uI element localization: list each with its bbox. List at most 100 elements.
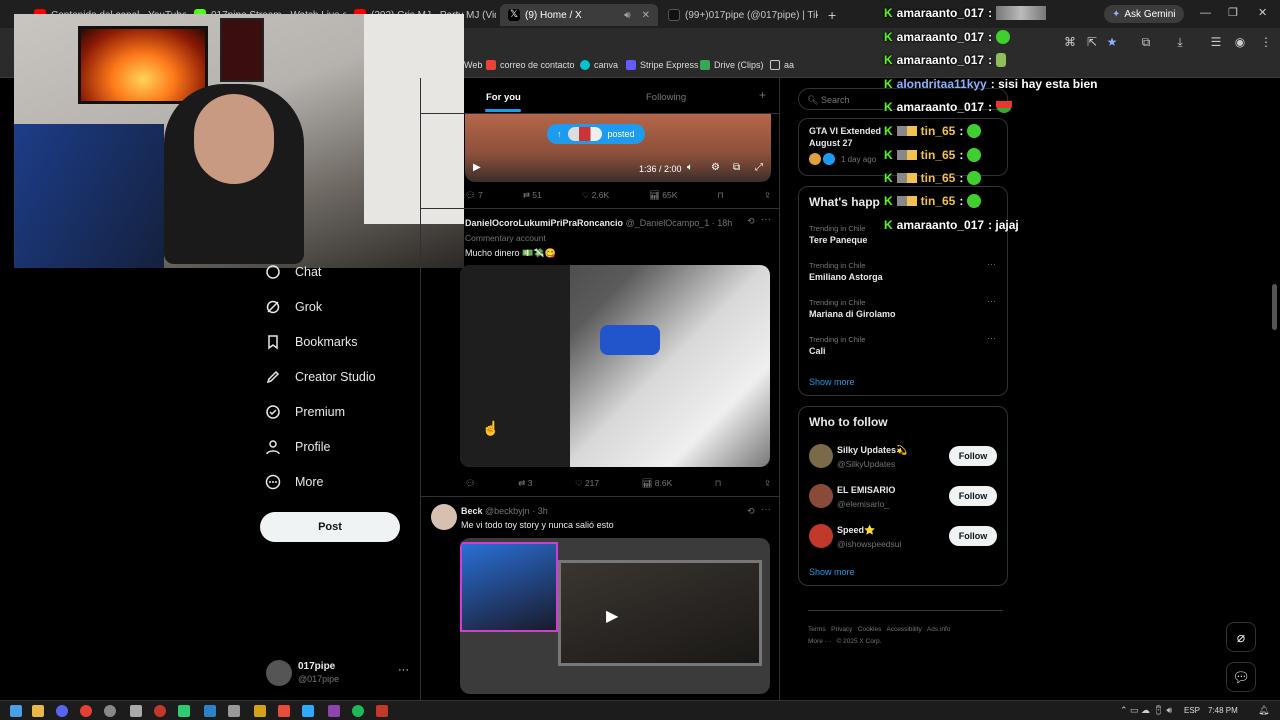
steam-icon[interactable] [204,705,216,717]
nav-more[interactable]: More [265,474,323,490]
retweet-stat[interactable]: ⇄ 3 [518,478,532,489]
photoshop-icon[interactable] [302,705,314,717]
file-explorer-icon[interactable] [32,705,44,717]
share-icon[interactable]: ⇪ [764,478,771,489]
profile-icon[interactable]: ◉ [1232,34,1248,50]
app-icon[interactable] [228,705,240,717]
new-tab-button[interactable]: + [820,4,840,26]
pip-icon[interactable]: ⧉ [733,162,740,173]
speaker-icon[interactable]: 🔊︎ [624,10,630,21]
tweet-author-name[interactable]: DanielOcoroLukumiPriPraRoncancio [465,218,623,228]
play-icon[interactable]: ▶ [473,162,481,173]
language-indicator[interactable]: ESP [1184,706,1200,715]
trend-item[interactable]: Trending in Chile Emiliano Astorga [809,261,883,282]
trend-item[interactable]: Trending in Chile Tere Paneque [809,224,867,245]
like-stat[interactable]: ♡ 2.6K [582,190,609,201]
grok-action-icon[interactable]: ⟲ [747,216,755,227]
follow-button[interactable]: Follow [949,486,997,506]
app-icon[interactable] [254,705,266,717]
post-button[interactable]: Post [260,512,400,542]
show-more-link[interactable]: Show more [809,377,855,387]
trend-more-icon[interactable]: ··· [987,296,996,306]
bookmark-gmail[interactable]: correo de contacto [486,60,575,70]
nav-grok[interactable]: Grok [265,299,322,315]
trend-more-icon[interactable]: ··· [987,259,996,269]
notifications-icon[interactable]: 🔔︎ [1258,705,1269,716]
fullscreen-icon[interactable]: ⤢ [755,162,763,173]
install-icon[interactable]: ⇱ [1084,34,1100,50]
posted-pill[interactable]: ↑ posted [547,124,645,144]
menu-icon[interactable]: ⋮ [1258,34,1274,50]
bookmark-action-icon[interactable]: ⊓ [717,190,724,201]
avatar[interactable] [809,524,833,548]
tweet-author-handle[interactable]: @_DanielOcampo_1 [626,218,710,228]
trend-more-icon[interactable]: ··· [987,333,996,343]
settings-icon[interactable]: ⚙ [711,162,720,173]
nav-chat[interactable]: Chat [265,264,321,280]
follow-button[interactable]: Follow [949,526,997,546]
app-icon[interactable] [178,705,190,717]
bookmark-web[interactable]: Web [464,60,482,70]
chrome-icon[interactable] [80,705,92,717]
avatar[interactable] [809,444,833,468]
app-icon[interactable] [130,705,142,717]
browser-tab-active[interactable]: 𝕏 (9) Home / X 🔊︎ ✕ [500,4,658,26]
reading-list-icon[interactable]: ☰ [1208,34,1224,50]
share-icon[interactable]: ⇪ [764,190,771,201]
like-stat[interactable]: ♡ 217 [575,478,599,489]
discord-icon[interactable] [56,705,68,717]
follow-name[interactable]: EL EMISARIO [837,485,895,495]
nav-profile[interactable]: Profile [265,439,330,455]
views-stat[interactable]: 📊︎ 8.6K [642,478,673,489]
tweet-time[interactable]: · 3h [532,506,548,516]
bookmark-stripe[interactable]: Stripe Express [626,60,699,70]
tweet-video[interactable]: ▶ [460,538,770,694]
account-switcher[interactable]: 017pipe @017pipe ··· [266,660,416,688]
browser-tab[interactable]: (99+)017pipe (@017pipe) | Tik✕ [660,4,818,26]
nav-bookmarks[interactable]: Bookmarks [265,334,358,350]
tab-following[interactable]: Following [646,92,686,103]
system-tray-icons[interactable]: ⌃ ▭ ☁ 🔋︎ 🔊︎ [1120,705,1172,716]
nav-premium[interactable]: Premium [265,404,345,420]
tweet-time[interactable]: · 18h [712,218,733,228]
app-icon[interactable] [104,705,116,717]
trend-item[interactable]: Trending in Chile Cali [809,335,865,356]
avatar[interactable] [431,504,457,530]
tweet-media-image[interactable] [460,265,770,467]
add-tab-button[interactable]: + [759,88,766,102]
account-more-icon[interactable]: ··· [398,664,409,676]
extensions-icon[interactable]: ⧉ [1138,34,1154,50]
tab-for-you[interactable]: For you [486,92,521,103]
messages-float-button[interactable]: 💬︎ [1226,662,1256,692]
spotify-icon[interactable] [352,705,364,717]
tweet-author-name[interactable]: Beck [461,506,483,516]
minimize-button[interactable]: — [1200,7,1211,19]
retweet-stat[interactable]: ⇄ 51 [523,190,542,201]
avatar[interactable] [809,484,833,508]
show-more-link[interactable]: Show more [809,567,855,577]
bookmark-drive[interactable]: Drive (Clips) [700,60,764,70]
tweet-author-handle[interactable]: @beckbyjn [485,506,530,516]
ask-gemini-button[interactable]: ✦ Ask Gemini [1104,5,1184,23]
app-icon[interactable] [278,705,290,717]
app-icon[interactable] [376,705,388,717]
trend-item[interactable]: Trending in Chile Mariana di Girolamo [809,298,896,319]
bookmark-action-icon[interactable]: ⊓ [715,478,722,489]
obs-icon[interactable] [154,705,166,717]
tweet-more-icon[interactable]: ··· [761,504,771,515]
follow-button[interactable]: Follow [949,446,997,466]
reply-stat[interactable]: 💬︎ [465,478,476,489]
translate-icon[interactable]: ⌘ [1062,34,1078,50]
tweet-more-icon[interactable]: ··· [761,214,771,225]
close-window-button[interactable]: ✕ [1258,6,1267,19]
close-icon[interactable]: ✕ [642,10,650,21]
volume-icon[interactable]: 🔈︎ [687,162,693,173]
follow-name[interactable]: Silky Updates💫 [837,445,907,456]
bookmark-folder[interactable]: aa [770,60,794,70]
download-icon[interactable]: ⤓ [1172,34,1188,50]
page-scrollbar[interactable] [1272,284,1277,330]
premiere-icon[interactable] [328,705,340,717]
maximize-button[interactable]: ❐ [1228,6,1238,19]
bookmark-canva[interactable]: canva [580,60,618,70]
star-icon[interactable]: ★ [1104,34,1120,50]
